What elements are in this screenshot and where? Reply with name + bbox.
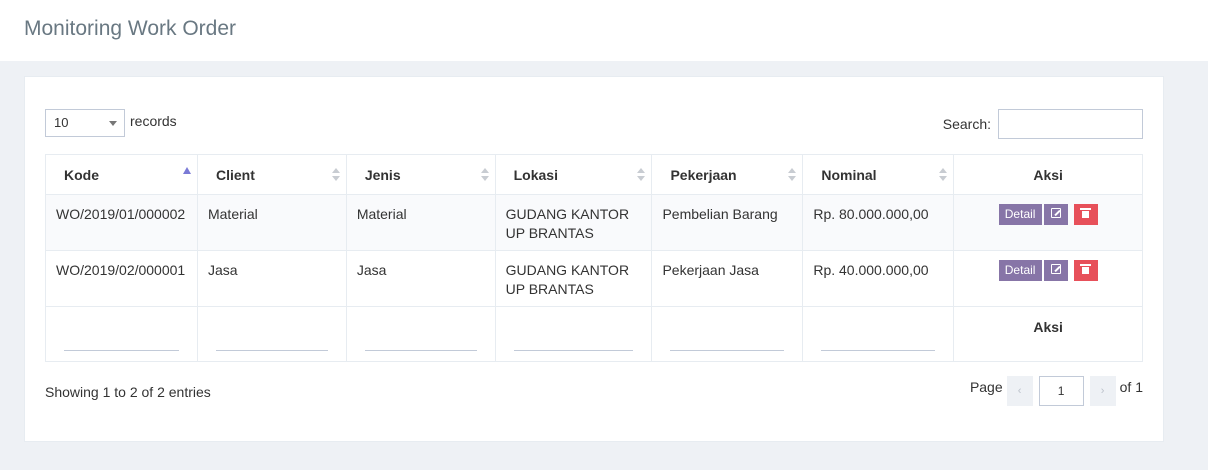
cell-jenis: Jasa xyxy=(345,250,496,307)
page-header: Monitoring Work Order xyxy=(0,0,1208,61)
delete-button[interactable] xyxy=(1073,260,1098,281)
edit-button[interactable] xyxy=(1043,204,1068,225)
search-input[interactable] xyxy=(998,109,1143,139)
table-info: Showing 1 to 2 of 2 entries xyxy=(45,384,211,400)
cell-pekerjaan: Pekerjaan Jasa xyxy=(651,250,804,307)
trash-icon xyxy=(1080,208,1092,219)
footer-aksi: Aksi xyxy=(953,306,1143,362)
filter-jenis-input[interactable] xyxy=(345,306,496,362)
records-select[interactable]: 10 xyxy=(45,109,125,137)
sort-icon xyxy=(939,168,948,182)
filter-pekerjaan-input[interactable] xyxy=(651,306,804,362)
detail-button[interactable]: Detail xyxy=(998,260,1042,281)
page-title: Monitoring Work Order xyxy=(24,17,237,40)
column-header-nominal[interactable]: Nominal xyxy=(802,154,955,195)
search: Search: xyxy=(943,109,1143,139)
cell-client: Material xyxy=(196,194,347,251)
column-header-aksi: Aksi xyxy=(953,154,1143,195)
sort-icon xyxy=(480,168,489,182)
next-page-button[interactable]: › xyxy=(1089,376,1116,406)
filter-nominal-input[interactable] xyxy=(802,306,955,362)
cell-nominal: Rp. 80.000.000,00 xyxy=(802,194,955,251)
filter-client-input[interactable] xyxy=(196,306,347,362)
cell-nominal: Rp. 40.000.000,00 xyxy=(802,250,955,307)
cell-client: Jasa xyxy=(196,250,347,307)
cell-lokasi: GUDANG KANTOR UP BRANTAS xyxy=(494,250,653,307)
cell-lokasi: GUDANG KANTOR UP BRANTAS xyxy=(494,194,653,251)
edit-icon xyxy=(1050,264,1061,275)
pagination-label: Page xyxy=(969,379,1003,395)
pagination: Page ‹ 1 › of 1 xyxy=(970,376,1143,406)
table-row: WO/2019/01/000002 Material Material GUDA… xyxy=(45,194,1143,251)
records-label: records xyxy=(130,113,177,129)
column-header-pekerjaan[interactable]: Pekerjaan xyxy=(651,154,804,195)
chevron-down-icon xyxy=(109,121,117,126)
records-select-value: 10 xyxy=(54,115,69,130)
edit-icon xyxy=(1050,208,1061,219)
filter-row: Aksi xyxy=(45,306,1143,362)
filter-kode-input[interactable] xyxy=(45,306,198,362)
page-input[interactable]: 1 xyxy=(1038,376,1084,406)
cell-aksi: Detail xyxy=(953,194,1143,251)
filter-lokasi-input[interactable] xyxy=(494,306,653,362)
detail-button[interactable]: Detail xyxy=(998,204,1042,225)
column-header-kode[interactable]: Kode xyxy=(45,154,198,195)
prev-page-button[interactable]: ‹ xyxy=(1006,376,1033,406)
sort-icon xyxy=(637,168,646,182)
content-panel: 10 records Search: Kode Client Jenis Lok… xyxy=(24,76,1164,442)
column-header-jenis[interactable]: Jenis xyxy=(345,154,496,195)
edit-button[interactable] xyxy=(1043,260,1068,281)
column-header-lokasi[interactable]: Lokasi xyxy=(494,154,653,195)
delete-button[interactable] xyxy=(1073,204,1098,225)
page-total: of 1 xyxy=(1119,379,1143,395)
cell-pekerjaan: Pembelian Barang xyxy=(651,194,804,251)
search-label: Search: xyxy=(942,116,991,132)
cell-jenis: Material xyxy=(345,194,496,251)
trash-icon xyxy=(1080,264,1092,275)
sort-asc-icon xyxy=(182,167,191,174)
table-row: WO/2019/02/000001 Jasa Jasa GUDANG KANTO… xyxy=(45,250,1143,307)
cell-kode: WO/2019/02/000001 xyxy=(45,250,198,307)
cell-kode: WO/2019/01/000002 xyxy=(45,194,198,251)
cell-aksi: Detail xyxy=(953,250,1143,307)
column-header-client[interactable]: Client xyxy=(196,154,347,195)
work-order-table: Kode Client Jenis Lokasi Pekerjaan Nomin… xyxy=(45,154,1143,362)
sort-icon xyxy=(788,168,797,182)
records-length: 10 records xyxy=(45,109,177,137)
sort-icon xyxy=(331,168,340,182)
